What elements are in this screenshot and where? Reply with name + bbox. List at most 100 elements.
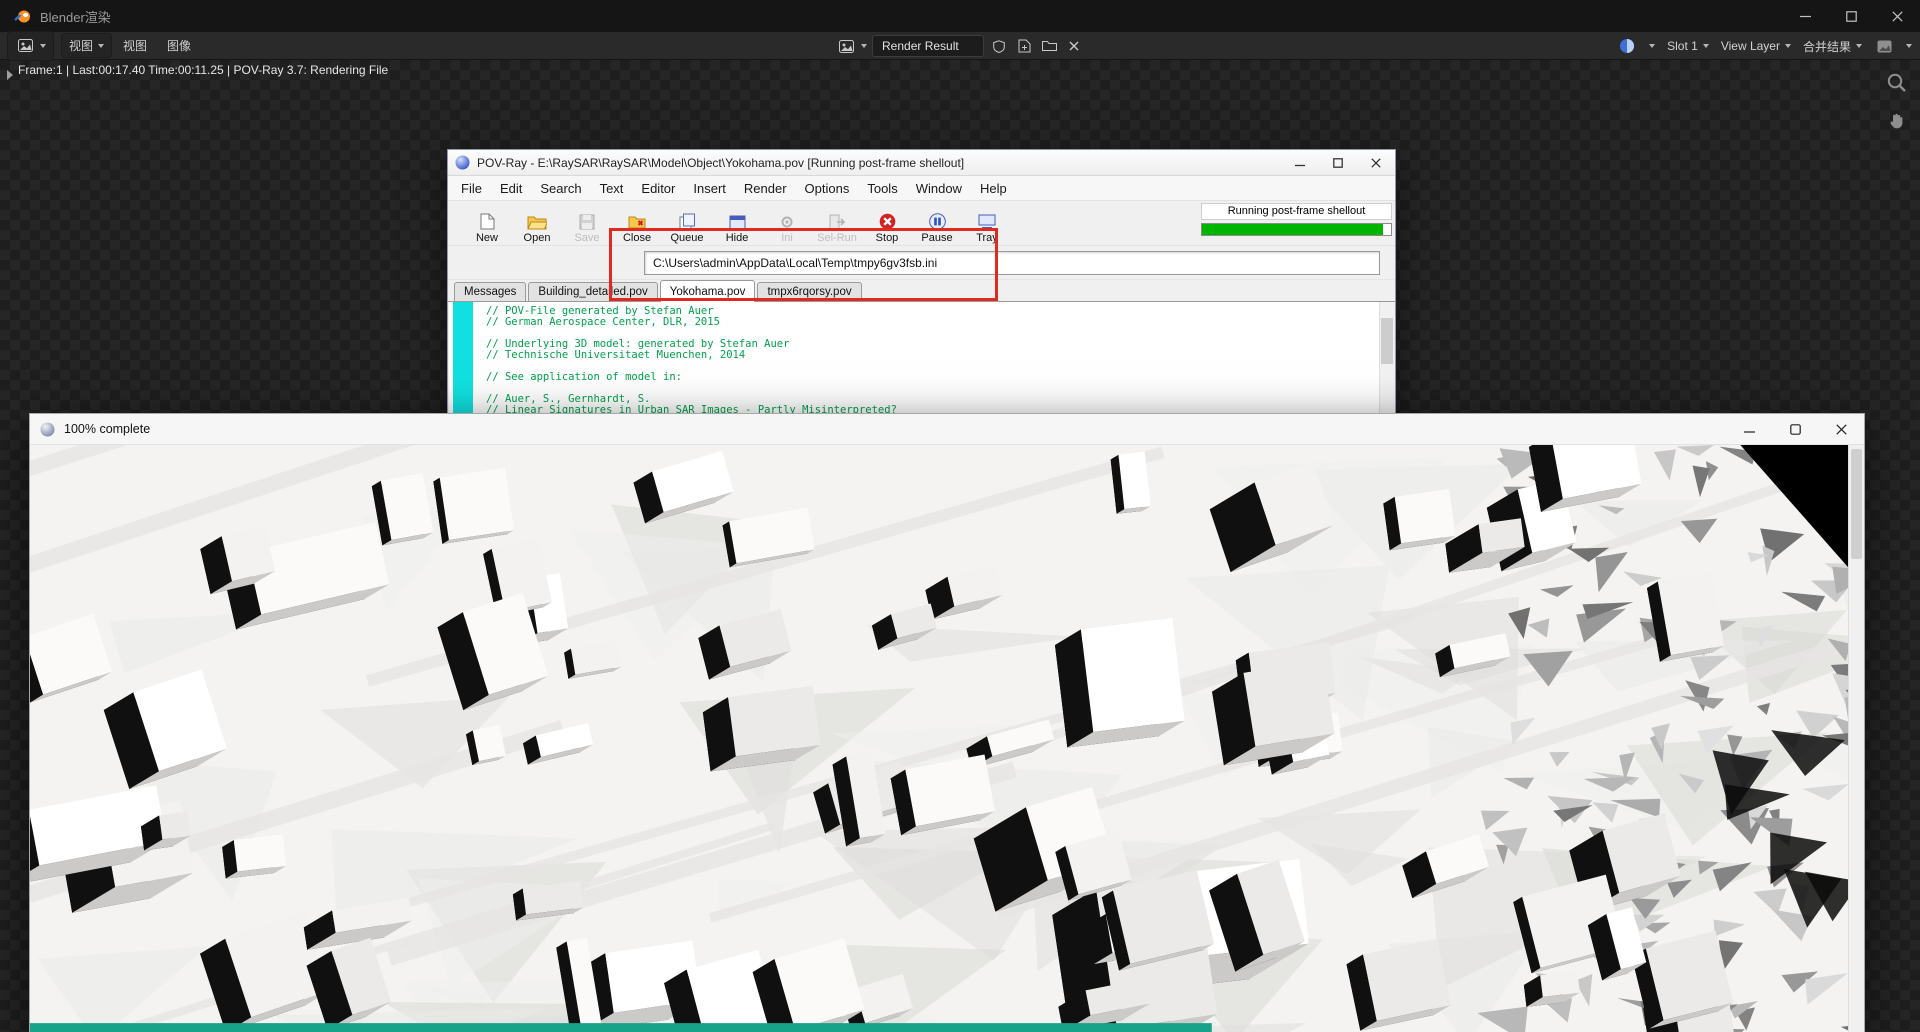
view-mode-label: 视图 bbox=[69, 37, 93, 54]
toolbar-new-button[interactable]: New bbox=[462, 202, 512, 244]
menu-options[interactable]: Options bbox=[796, 181, 859, 196]
queue-pages-icon bbox=[679, 210, 696, 230]
menu-search[interactable]: Search bbox=[531, 181, 590, 196]
slot-label: Slot 1 bbox=[1667, 39, 1698, 53]
browse-image-icon[interactable] bbox=[836, 35, 856, 57]
menu-help[interactable]: Help bbox=[971, 181, 1016, 196]
povray-titlebar[interactable]: POV-Ray - E:\RaySAR\RaySAR\Model\Object\… bbox=[448, 150, 1395, 176]
menu-text[interactable]: Text bbox=[591, 181, 633, 196]
menu-file[interactable]: File bbox=[452, 181, 491, 196]
shellout-status-label: Running post-frame shellout bbox=[1201, 203, 1392, 220]
chevron-down-icon[interactable] bbox=[861, 44, 867, 48]
image-editor-icon bbox=[15, 35, 35, 57]
editor-scrollbar-thumb[interactable] bbox=[1381, 318, 1393, 364]
menu-editor[interactable]: Editor bbox=[632, 181, 684, 196]
view-mode-dropdown[interactable]: 视图 bbox=[61, 33, 112, 58]
header-right-cluster: Slot 1 View Layer 合并结果 bbox=[1617, 35, 1912, 57]
chevron-down-icon bbox=[1785, 44, 1791, 48]
open-image-folder-icon[interactable] bbox=[1039, 35, 1059, 57]
render-minimize-button[interactable] bbox=[1726, 414, 1772, 444]
povray-path-row: C:\Users\admin\AppData\Local\Temp\tmpy6g… bbox=[448, 246, 1395, 280]
pause-icon bbox=[929, 210, 946, 230]
povray-app-icon bbox=[455, 155, 470, 170]
view-layer-dropdown[interactable]: View Layer bbox=[1721, 39, 1791, 53]
chevron-down-icon bbox=[98, 44, 104, 48]
chevron-down-icon[interactable] bbox=[1906, 44, 1912, 48]
toolbar-ini-button: Ini bbox=[762, 202, 812, 244]
slot-dropdown[interactable]: Slot 1 bbox=[1667, 39, 1709, 53]
toolbar-close-label: Close bbox=[623, 232, 651, 244]
ini-path-field[interactable]: C:\Users\admin\AppData\Local\Temp\tmpy6g… bbox=[644, 251, 1380, 275]
toolbar-pause-label: Pause bbox=[921, 232, 952, 244]
toolbar-open-button[interactable]: Open bbox=[512, 202, 562, 244]
code-text: // POV-File generated by Stefan Auer // … bbox=[486, 306, 897, 416]
povray-maximize-button[interactable] bbox=[1319, 150, 1357, 175]
toolbar-save-label: Save bbox=[574, 232, 599, 244]
fake-user-shield-icon[interactable] bbox=[989, 35, 1009, 57]
close-file-folder-icon bbox=[628, 210, 646, 230]
toolbar-close-button[interactable]: Close bbox=[612, 202, 662, 244]
tab-messages[interactable]: Messages bbox=[454, 282, 526, 301]
screen: Blender渲染 视图 视图 图像 Render Result bbox=[0, 0, 1920, 1032]
toolbar-tray-label: Tray bbox=[976, 232, 998, 244]
render-progress-bar bbox=[1201, 223, 1392, 236]
rendered-city-image bbox=[30, 445, 1848, 1032]
unlink-image-icon[interactable] bbox=[1064, 35, 1084, 57]
render-pass-dropdown[interactable]: 合并结果 bbox=[1803, 38, 1862, 55]
menu-insert[interactable]: Insert bbox=[684, 181, 735, 196]
display-channels-icon[interactable] bbox=[1874, 35, 1894, 57]
toolbar-pause-button[interactable]: Pause bbox=[912, 202, 962, 244]
menu-window[interactable]: Window bbox=[907, 181, 971, 196]
render-window-scrollbar[interactable] bbox=[1848, 445, 1864, 1032]
render-view-window: 100% complete bbox=[29, 413, 1865, 1032]
toolbar-new-label: New bbox=[476, 232, 498, 244]
tab-building-detailed-pov[interactable]: Building_detailed.pov bbox=[528, 282, 657, 301]
blender-logo-icon bbox=[14, 9, 31, 24]
region-expand-arrow[interactable] bbox=[7, 70, 13, 80]
stop-icon bbox=[879, 210, 896, 230]
blender-window-controls bbox=[1782, 0, 1920, 32]
menu-tools[interactable]: Tools bbox=[858, 181, 906, 196]
tray-icon bbox=[978, 210, 996, 230]
chevron-down-icon[interactable] bbox=[1649, 44, 1655, 48]
toolbar-stop-button[interactable]: Stop bbox=[862, 202, 912, 244]
menu-render[interactable]: Render bbox=[735, 181, 796, 196]
ini-gear-icon bbox=[779, 210, 795, 230]
menu-edit[interactable]: Edit bbox=[491, 181, 531, 196]
blender-window-title: Blender渲染 bbox=[40, 7, 111, 26]
editor-type-dropdown[interactable] bbox=[7, 31, 54, 61]
blender-close-button[interactable] bbox=[1874, 0, 1920, 32]
povray-minimize-button[interactable] bbox=[1281, 150, 1319, 175]
chevron-down-icon bbox=[1856, 44, 1862, 48]
toolbar-selrun-label: Sel-Run bbox=[817, 232, 857, 244]
menu-image[interactable]: 图像 bbox=[158, 34, 200, 57]
render-window-titlebar[interactable]: 100% complete bbox=[30, 414, 1864, 445]
image-name-field[interactable]: Render Result bbox=[872, 35, 984, 57]
povray-file-tabs: Messages Building_detailed.pov Yokohama.… bbox=[448, 280, 1395, 302]
toolbar-tray-button[interactable]: Tray bbox=[962, 202, 1012, 244]
ini-path-value: C:\Users\admin\AppData\Local\Temp\tmpy6g… bbox=[653, 256, 937, 270]
render-maximize-button[interactable] bbox=[1772, 414, 1818, 444]
image-pin-icon[interactable] bbox=[1617, 35, 1637, 57]
shellout-status-area: Running post-frame shellout bbox=[1201, 203, 1392, 236]
zoom-icon[interactable] bbox=[1886, 72, 1908, 99]
tab-yokohama-pov[interactable]: Yokohama.pov bbox=[660, 280, 756, 302]
blender-maximize-button[interactable] bbox=[1828, 0, 1874, 32]
render-status-text: Frame:1 | Last:00:17.40 Time:00:11.25 | … bbox=[18, 63, 388, 77]
toolbar-queue-button[interactable]: Queue bbox=[662, 202, 712, 244]
menu-view[interactable]: 视图 bbox=[114, 34, 156, 57]
view-layer-label: View Layer bbox=[1721, 39, 1780, 53]
render-scrollbar-thumb[interactable] bbox=[1851, 449, 1862, 559]
chevron-down-icon bbox=[40, 44, 46, 48]
new-image-icon[interactable] bbox=[1014, 35, 1034, 57]
toolbar-ini-label: Ini bbox=[781, 232, 793, 244]
pan-hand-icon[interactable] bbox=[1887, 111, 1907, 136]
povray-menubar: File Edit Search Text Editor Insert Rend… bbox=[448, 176, 1395, 201]
chevron-down-icon bbox=[1703, 44, 1709, 48]
toolbar-hide-button[interactable]: Hide bbox=[712, 202, 762, 244]
render-close-button[interactable] bbox=[1818, 414, 1864, 444]
render-window-controls bbox=[1726, 414, 1864, 444]
povray-close-button[interactable] bbox=[1357, 150, 1395, 175]
blender-minimize-button[interactable] bbox=[1782, 0, 1828, 32]
tab-tmp-pov[interactable]: tmpx6rqorsy.pov bbox=[757, 282, 861, 301]
